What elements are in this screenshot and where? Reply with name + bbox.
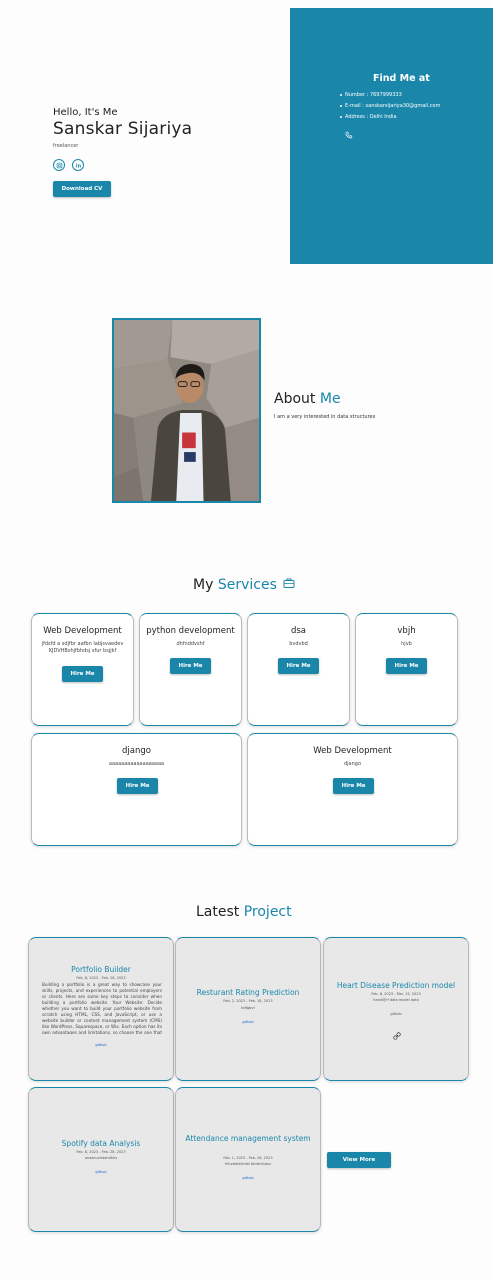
service-desc: django [343, 761, 362, 767]
project-card: Attendance management system Feb. 1, 202… [175, 1087, 321, 1232]
service-title: dsa [290, 626, 307, 636]
service-card: Web Development django Hire Me [247, 733, 458, 846]
svg-text:in: in [75, 163, 81, 169]
project-github-link[interactable]: github [29, 1170, 173, 1174]
hero-role: freelancer [53, 143, 79, 149]
about-title-accent: Me [319, 391, 341, 407]
instagram-icon[interactable] [53, 159, 65, 171]
service-desc: bvdvbd [289, 641, 308, 647]
about-photo [112, 318, 261, 503]
service-title: Web Development [43, 626, 122, 636]
project-desc: heart@rf data model data [373, 998, 419, 1002]
find-me-title: Find Me at [373, 73, 430, 84]
find-me-address: Address : Delhi India [340, 114, 397, 120]
projects-title: Latest Project [196, 904, 292, 920]
project-date: Feb. 8, 2023 - Feb. 26, 2023 [76, 976, 126, 980]
phone-icon[interactable] [345, 124, 353, 139]
service-card: django aaaaaaaaaaaaaaaaaa Hire Me [31, 733, 242, 846]
service-title: django [122, 746, 151, 756]
project-title: Resturant Rating Prediction [196, 988, 300, 997]
hire-me-button[interactable]: Hire Me [62, 666, 103, 682]
service-desc: hjvb [401, 641, 412, 647]
project-title: Portfolio Builder [71, 965, 131, 974]
hire-me-button[interactable]: Hire Me [278, 658, 319, 674]
view-more-button[interactable]: View More [327, 1152, 391, 1168]
service-title: python development [146, 626, 235, 636]
about-text: I am a very interested in data structure… [274, 414, 376, 420]
hire-me-button[interactable]: Hire Me [386, 658, 427, 674]
hire-me-button[interactable]: Hire Me [117, 778, 158, 794]
linkedin-icon[interactable]: in [72, 159, 84, 171]
services-title: My Services [193, 577, 295, 593]
services-title-plain: My [193, 577, 214, 593]
project-desc: fnhvbdsfvhdsf bhdsfvhdsv [224, 1162, 272, 1166]
link-icon[interactable] [393, 1025, 401, 1040]
project-github-link[interactable]: github [324, 1012, 468, 1016]
hero-greeting: Hello, It's Me [53, 107, 118, 118]
service-card: Web Development jfdsfd a sdjfbr aafbn la… [31, 613, 134, 726]
project-date: Feb. 8, 2023 - Feb. 28, 2023 [76, 1150, 126, 1154]
find-me-panel [290, 8, 493, 264]
service-card: dsa bvdvbd Hire Me [247, 613, 350, 726]
project-card: Heart Disease Prediction model Feb. 8, 2… [323, 937, 469, 1081]
project-desc: bdfgbvf [241, 1006, 255, 1010]
project-github-link[interactable]: github [176, 1020, 320, 1024]
find-me-number: Number : 7697999333 [340, 92, 402, 98]
service-desc: dhfnddvshf [176, 641, 205, 647]
project-date: Feb. 1, 2023 - Feb. 26, 2023 [223, 1156, 273, 1160]
service-card: python development dhfnddvshf Hire Me [139, 613, 242, 726]
project-title: Attendance management system [185, 1134, 311, 1143]
service-title: Web Development [313, 746, 392, 756]
about-title: About Me [274, 391, 341, 407]
service-desc: aaaaaaaaaaaaaaaaaa [108, 761, 165, 767]
project-title: Heart Disease Prediction model [336, 981, 456, 990]
project-desc: anashuvhdahdhhs [84, 1156, 118, 1160]
project-card: Resturant Rating Prediction Feb. 2, 2023… [175, 937, 321, 1081]
hire-me-button[interactable]: Hire Me [333, 778, 374, 794]
project-github-link[interactable]: github [176, 1176, 320, 1180]
project-date: Feb. 8, 2023 - Mar. 15, 2023 [371, 992, 421, 996]
project-date: Feb. 2, 2023 - Feb. 18, 2023 [223, 999, 273, 1003]
hero-name: Sanskar Sijariya [53, 119, 193, 139]
services-title-accent: Services [217, 577, 277, 593]
project-card: Portfolio Builder Feb. 8, 2023 - Feb. 26… [28, 937, 174, 1081]
projects-title-plain: Latest [196, 904, 240, 920]
service-card: vbjh hjvb Hire Me [355, 613, 458, 726]
briefcase-icon [283, 577, 295, 593]
project-title: Spotify data Analysis [61, 1139, 141, 1148]
project-github-link[interactable]: github [29, 1043, 173, 1047]
find-me-number-text: Number : 7697999333 [345, 92, 402, 98]
projects-title-accent: Project [243, 904, 292, 920]
download-cv-button[interactable]: Download CV [53, 181, 111, 197]
project-card: Spotify data Analysis Feb. 8, 2023 - Feb… [28, 1087, 174, 1232]
find-me-address-text: Address : Delhi India [345, 114, 397, 120]
find-me-email-text: E-mail : sanskarsijariya30@gmail.com [345, 103, 441, 109]
hire-me-button[interactable]: Hire Me [170, 658, 211, 674]
project-desc: Building a portfolio is a great way to s… [42, 982, 162, 1034]
find-me-email: E-mail : sanskarsijariya30@gmail.com [340, 103, 440, 109]
about-title-plain: About [274, 391, 316, 407]
service-title: vbjh [397, 626, 416, 636]
service-desc: jfdsfd a sdjfbr aafbn labjsvaedev KJDVHB… [41, 641, 124, 654]
